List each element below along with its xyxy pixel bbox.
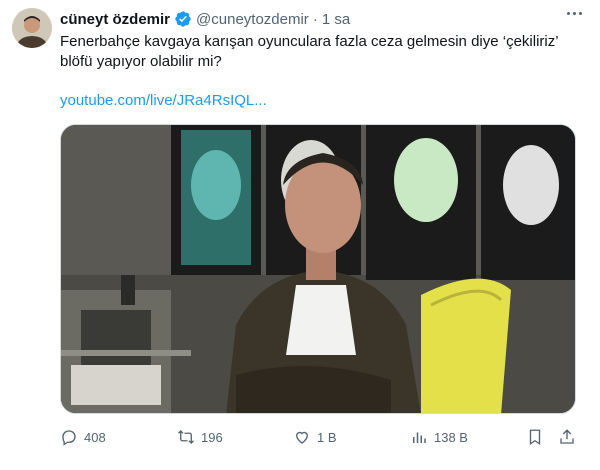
- tweet-card[interactable]: cüneyt özdemir @cuneytozdemir · 1 sa Fen…: [0, 0, 600, 470]
- tweet-text: Fenerbahçe kavgaya karışan oyunculara fa…: [60, 32, 580, 72]
- author-name[interactable]: cüneyt özdemir: [60, 11, 170, 28]
- tweet-text-line: Fenerbahçe kavgaya karışan oyunculara fa…: [60, 33, 559, 50]
- retweet-button[interactable]: 196: [177, 428, 223, 446]
- views-icon: [413, 432, 426, 443]
- like-icon: [296, 431, 308, 444]
- timestamp[interactable]: 1 sa: [322, 11, 350, 28]
- tweet-link[interactable]: youtube.com/live/JRa4RsIQL...: [60, 92, 267, 109]
- action-bar: 408 196 1 B 138 B: [60, 426, 580, 450]
- views-count: 138 B: [434, 429, 468, 445]
- author-handle[interactable]: @cuneytozdemir: [196, 11, 309, 28]
- share-button[interactable]: [558, 428, 576, 446]
- retweet-count: 196: [201, 429, 223, 445]
- avatar[interactable]: [12, 8, 52, 48]
- video-thumbnail-image: [61, 125, 575, 413]
- verified-badge-icon: [174, 10, 192, 28]
- share-icon: [560, 429, 574, 444]
- reply-count: 408: [84, 429, 106, 445]
- tweet-text-line: blöfü yapıyor olabilir mi?: [60, 53, 222, 70]
- views-button[interactable]: 138 B: [410, 428, 468, 446]
- video-thumbnail[interactable]: [60, 124, 576, 414]
- bookmark-button[interactable]: [526, 428, 544, 446]
- reply-icon: [62, 430, 76, 446]
- separator-dot: ·: [312, 10, 318, 28]
- more-options-icon[interactable]: [567, 12, 582, 15]
- background-ghost-panel: [0, 318, 58, 414]
- bookmark-icon: [529, 429, 541, 446]
- like-count: 1 B: [317, 429, 337, 445]
- like-button[interactable]: 1 B: [293, 428, 337, 446]
- retweet-icon: [178, 430, 194, 444]
- tweet-header: cüneyt özdemir @cuneytozdemir · 1 sa: [60, 9, 580, 29]
- reply-button[interactable]: 408: [60, 428, 106, 446]
- avatar-image: [12, 8, 52, 48]
